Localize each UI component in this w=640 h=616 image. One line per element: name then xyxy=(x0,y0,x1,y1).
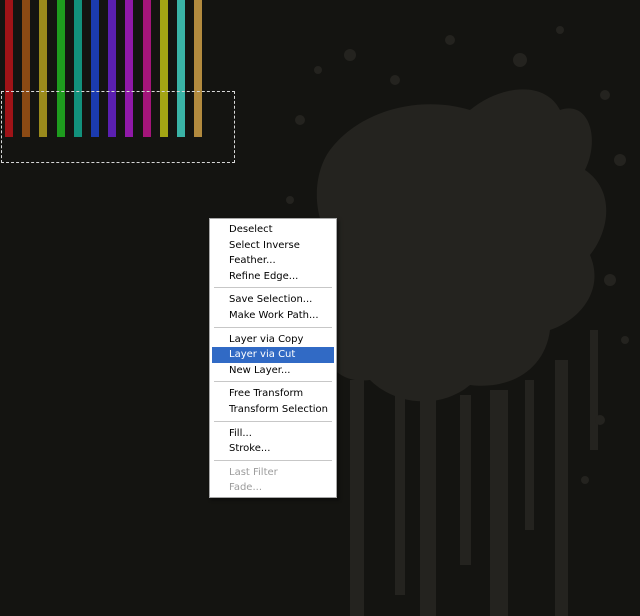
selection-context-menu: Deselect Select Inverse Feather... Refine E… xyxy=(209,218,337,498)
menu-separator xyxy=(214,459,332,462)
menu-separator xyxy=(214,420,332,423)
menu-item-stroke[interactable]: Stroke... xyxy=(212,441,334,457)
menu-item-save-selection[interactable]: Save Selection... xyxy=(212,292,334,308)
menu-item-make-work-path[interactable]: Make Work Path... xyxy=(212,308,334,324)
menu-item-fade: Fade... xyxy=(229,482,262,494)
menu-item-select-inverse[interactable]: Select Inverse xyxy=(212,238,334,254)
menu-separator xyxy=(214,381,332,384)
menu-item-last-filter: Last Filter xyxy=(229,466,278,478)
menu-item-transform-selection[interactable]: Transform Selection xyxy=(212,402,334,418)
menu-item-refine-edge[interactable]: Refine Edge... xyxy=(212,269,334,285)
menu-item-deselect[interactable]: Deselect xyxy=(212,222,334,238)
menu-separator xyxy=(214,326,332,329)
marquee-selection[interactable] xyxy=(1,91,235,163)
menu-item-layer-via-copy[interactable]: Layer via Copy xyxy=(212,332,334,348)
menu-item-fill[interactable]: Fill... xyxy=(212,426,334,442)
menu-separator xyxy=(214,287,332,290)
menu-item-free-transform[interactable]: Free Transform xyxy=(212,386,334,402)
menu-item-feather[interactable]: Feather... xyxy=(212,253,334,269)
menu-item-layer-via-cut[interactable]: Layer via Cut xyxy=(212,347,334,363)
menu-item-new-layer[interactable]: New Layer... xyxy=(212,363,334,379)
